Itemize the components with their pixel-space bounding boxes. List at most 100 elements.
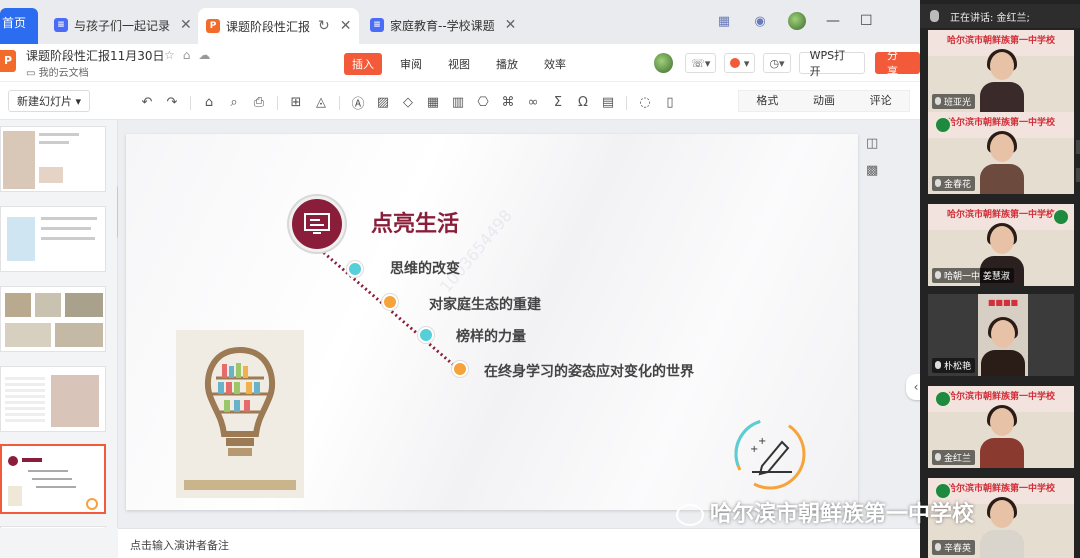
reload-icon[interactable]: ↻ — [318, 18, 330, 34]
theme-icon[interactable]: ◬ — [314, 95, 328, 110]
presentation-icon — [304, 213, 330, 234]
panel-tab-icon[interactable] — [1076, 168, 1080, 182]
bullet-text: 榜样的力量 — [456, 329, 526, 345]
clear-format-icon[interactable]: ◌ — [638, 95, 652, 110]
bullet-dot — [452, 361, 468, 377]
phone-icon: ☏ — [691, 56, 705, 70]
notes-icon[interactable]: ▯ — [663, 95, 677, 110]
new-slide-button[interactable]: 新建幻灯片 ▾ — [8, 90, 91, 112]
find-icon[interactable]: ⌕ — [227, 95, 241, 110]
microphone-icon — [930, 10, 939, 22]
bullet-dot — [382, 294, 398, 310]
bullet-dot — [347, 261, 363, 277]
wechat-icon — [676, 504, 704, 526]
play-icon — [730, 58, 741, 68]
shape-icon[interactable]: ◇ — [401, 95, 415, 110]
avatar[interactable] — [788, 12, 806, 30]
speaker-notes[interactable]: 点击输入演讲者备注 — [118, 528, 920, 558]
minimize-icon[interactable]: — — [826, 13, 840, 29]
participant-video[interactable]: 哈尔滨市朝鲜族第一中学校 哈朝一中 姜慧淑 — [928, 204, 1074, 286]
format-painter-icon[interactable]: ⌂ — [202, 95, 216, 110]
participant-video[interactable]: 哈尔滨市朝鲜族第一中学校 金春花 — [928, 112, 1074, 194]
school-emblem-icon — [934, 116, 952, 134]
participant-name: 朴松艳 — [932, 358, 976, 373]
barcode-icon[interactable]: ▤ — [601, 95, 615, 110]
doc-icon: ≡ — [54, 18, 68, 32]
tab-format[interactable]: 格式 — [739, 91, 796, 111]
share-button[interactable]: 分享 — [875, 49, 921, 78]
chart-icon[interactable]: ▥ — [451, 95, 465, 110]
close-icon[interactable]: ✕ — [340, 18, 352, 34]
document-location[interactable]: ▭ 我的云文档 — [26, 64, 89, 79]
speaking-label: 正在讲话: 金红兰; — [950, 13, 1030, 24]
menu-insert[interactable]: 插入 — [344, 53, 382, 75]
close-icon[interactable]: ✕ — [180, 17, 192, 33]
participant-video[interactable]: ■■■■ 朴松艳 — [928, 294, 1074, 376]
cloud-icon[interactable]: ☁ — [198, 48, 210, 62]
image-icon[interactable]: ▨ — [376, 95, 390, 110]
slide-thumbnail[interactable] — [0, 286, 106, 352]
location-label: 我的云文档 — [38, 68, 89, 79]
menu-efficiency[interactable]: 效率 — [536, 53, 574, 75]
layout-panel-icon[interactable]: ◫ — [866, 136, 878, 151]
meeting-video-panel: 正在讲话: 金红兰; 哈尔滨市朝鲜族第一中学校 班亚光 哈尔滨市朝鲜族第一中学校… — [920, 0, 1080, 558]
maximize-icon[interactable]: ☐ — [860, 13, 873, 29]
slide-thumbnail-selected[interactable] — [0, 444, 106, 514]
school-emblem-icon — [934, 390, 952, 408]
textbox-icon[interactable]: Ⓐ — [351, 93, 365, 112]
chat-icon[interactable]: ◉ — [752, 13, 768, 29]
link-icon[interactable]: ∞ — [526, 95, 540, 110]
tab-family-record[interactable]: ≡ 与孩子们一起记录 ✕ — [46, 10, 200, 40]
participant-name: 金红兰 — [932, 450, 976, 465]
participant-video[interactable]: 哈尔滨市朝鲜族第一中学校 班亚光 — [928, 30, 1074, 112]
overlay-watermark-text: 哈尔滨市朝鲜族第一中学校 — [710, 502, 975, 527]
panel-tab-icon[interactable] — [1076, 140, 1080, 154]
user-avatar[interactable] — [654, 53, 674, 73]
participant-video[interactable]: 哈尔滨市朝鲜族第一中学校 金红兰 — [928, 386, 1074, 468]
mindmap-icon[interactable]: ⌘ — [501, 95, 515, 110]
history-button[interactable]: ◷ ▾ — [763, 53, 791, 73]
slide-thumbnail[interactable] — [0, 206, 106, 272]
home-tab[interactable]: 首页 — [0, 8, 38, 44]
current-slide[interactable]: 1003654498 点亮生活 思维的改变 对家庭生态的重建 榜样的力量 在终身… — [126, 134, 858, 510]
tab-animation[interactable]: 动画 — [796, 91, 853, 111]
formula-icon[interactable]: Σ — [551, 95, 565, 110]
clock-icon: ◷ — [769, 56, 780, 70]
new-slide-label: 新建幻灯片 — [17, 95, 72, 108]
participant-name: 哈朝一中 姜慧淑 — [932, 268, 1014, 283]
document-title[interactable]: 课题阶段性汇报11月30日 — [26, 47, 165, 64]
tab-label: 与孩子们一起记录 — [74, 18, 171, 33]
participant-name: 辛春英 — [932, 540, 976, 555]
slide-thumbnail[interactable] — [0, 126, 106, 192]
menu-view[interactable]: 视图 — [440, 53, 478, 75]
wps-open-button[interactable]: WPS打开 — [798, 49, 865, 78]
wps-presentation-icon: P — [0, 50, 16, 72]
share-link-button[interactable]: ☏ ▾ — [685, 53, 717, 73]
symbol-icon[interactable]: Ω — [576, 95, 590, 110]
menu-play[interactable]: 播放 — [488, 53, 526, 75]
close-icon[interactable]: ✕ — [505, 17, 517, 33]
svg-text:+: + — [758, 436, 766, 447]
document-header: P 课题阶段性汇报11月30日 ▭ 我的云文档 ☆ ⌂ ☁ 插入 审阅 视图 播… — [0, 44, 921, 82]
bullet-text: 对家庭生态的重建 — [429, 297, 541, 313]
flowchart-icon[interactable]: ⎔ — [476, 95, 490, 110]
star-icon[interactable]: ☆ — [164, 48, 175, 62]
tab-report[interactable]: P 课题阶段性汇报 ↻ ✕ — [198, 8, 360, 44]
speaker-notes-placeholder: 点击输入演讲者备注 — [130, 539, 229, 552]
tab-comment[interactable]: 评论 — [852, 91, 909, 111]
redo-icon[interactable]: ↷ — [165, 95, 179, 110]
apps-grid-icon[interactable]: ▦ — [716, 13, 732, 29]
bullet-text: 思维的改变 — [390, 261, 460, 277]
print-icon[interactable]: ⎙ — [252, 95, 266, 110]
table-icon[interactable]: ▦ — [426, 95, 440, 110]
tab-family-education[interactable]: ≡ 家庭教育--学校课题 ✕ — [362, 10, 524, 40]
slide-thumbnail[interactable] — [0, 366, 106, 432]
pen-writing-icon: + + — [734, 418, 806, 490]
play-button[interactable]: ▾ — [724, 53, 756, 73]
background-panel-icon[interactable]: ▩ — [866, 163, 878, 178]
undo-icon[interactable]: ↶ — [140, 95, 154, 110]
tag-icon[interactable]: ⌂ — [183, 48, 191, 62]
layout-icon[interactable]: ⊞ — [289, 95, 303, 110]
tab-label: 课题阶段性汇报 — [226, 19, 311, 34]
menu-review[interactable]: 审阅 — [392, 53, 430, 75]
